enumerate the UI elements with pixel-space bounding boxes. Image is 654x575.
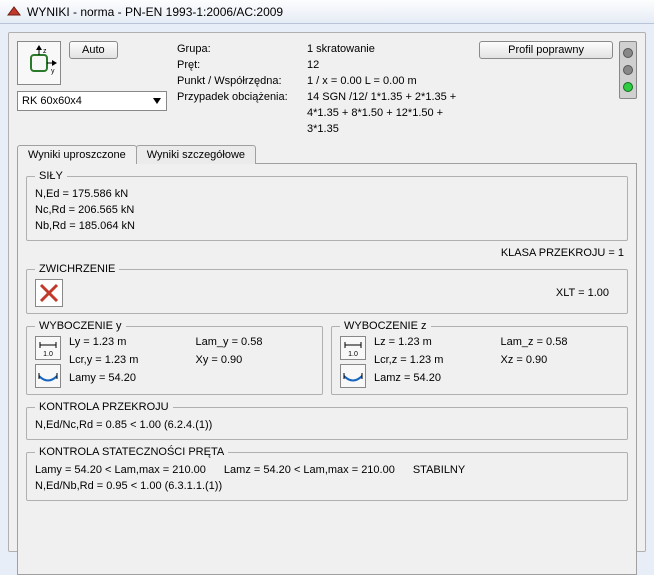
profile-status-button[interactable]: Profil poprawny (479, 41, 613, 59)
traffic-light (619, 41, 637, 99)
kontrola-s-c2: Lamz = 54.20 < Lam,max = 210.00 (224, 462, 395, 478)
klasa-przekroju: KLASA PRZEKROJU = 1 (26, 247, 624, 259)
wyb-y-ly: Ly = 1.23 m (69, 336, 188, 352)
zwich-legend: ZWICHRZENIE (35, 263, 119, 275)
window-title: WYNIKI - norma - PN-EN 1993-1:2006/AC:20… (27, 5, 283, 19)
wyb-z-xz: Xz = 0.90 (501, 354, 620, 370)
info-grid: Grupa: 1 skratowanie Pręt: 12 Punkt / Ws… (177, 41, 471, 137)
przypadek-value: 14 SGN /12/ 1*1.35 + 2*1.35 + 4*1.35 + 8… (307, 89, 471, 137)
sily-ncrd: Nc,Rd = 206.565 kN (35, 202, 619, 218)
wyboczenie-y-fieldset: WYBOCZENIE y 1.0 (26, 320, 323, 395)
top-left: z y Auto RK 60x60x4 (17, 41, 169, 137)
top-row: z y Auto RK 60x60x4 Grupa: 1 skratowanie (17, 41, 637, 137)
kontrola-s-c3: STABILNY (413, 462, 465, 478)
main-panel: z y Auto RK 60x60x4 Grupa: 1 skratowanie (8, 32, 646, 552)
profile-combo[interactable]: RK 60x60x4 (17, 91, 167, 111)
xlt-value: XLT = 1.00 (556, 287, 609, 299)
wyb-y-legend: WYBOCZENIE y (35, 320, 126, 332)
tab-simplified[interactable]: Wyniki uproszczone (17, 145, 137, 164)
kontrola-s-l2: N,Ed/Nb,Rd = 0.95 < 1.00 (6.3.1.1.(1)) (35, 478, 619, 494)
wyb-z-lamz2: Lamz = 54.20 (374, 372, 493, 388)
przypadek-label: Przypadek obciążenia: (177, 89, 307, 137)
kontrola-s-legend: KONTROLA STATECZNOŚCI PRĘTA (35, 446, 228, 458)
buckling-y-icon[interactable] (35, 364, 61, 388)
sily-ned: N,Ed = 175.586 kN (35, 186, 619, 202)
wyb-y-xy: Xy = 0.90 (196, 354, 315, 370)
pret-value: 12 (307, 57, 471, 73)
sily-legend: SIŁY (35, 170, 67, 182)
traffic-red-icon (623, 48, 633, 58)
svg-text:z: z (43, 48, 47, 55)
app-icon (6, 4, 22, 20)
kontrola-przekroju-fieldset: KONTROLA PRZEKROJU N,Ed/Nc,Rd = 0.85 < 1… (26, 401, 628, 440)
sily-fieldset: SIŁY N,Ed = 175.586 kN Nc,Rd = 206.565 k… (26, 170, 628, 241)
grupa-label: Grupa: (177, 41, 307, 57)
traffic-green-icon (623, 82, 633, 92)
wyb-z-lamz: Lam_z = 0.58 (501, 336, 620, 352)
tab-detailed[interactable]: Wyniki szczegółowe (136, 145, 256, 164)
wyb-z-legend: WYBOCZENIE z (340, 320, 431, 332)
sily-nbrd: Nb,Rd = 185.064 kN (35, 218, 619, 234)
wyboczenie-z-fieldset: WYBOCZENIE z 1.0 (331, 320, 628, 395)
kontrola-p-l1: N,Ed/Nc,Rd = 0.85 < 1.00 (6.2.4.(1)) (35, 417, 619, 433)
wyb-y-lcr: Lcr,y = 1.23 m (69, 354, 188, 370)
traffic-yellow-icon (623, 65, 633, 75)
profile-status: Profil poprawny (479, 41, 637, 137)
tabs: Wyniki uproszczone Wyniki szczegółowe (17, 145, 637, 164)
auto-button[interactable]: Auto (69, 41, 118, 59)
wyb-z-lz: Lz = 1.23 m (374, 336, 493, 352)
section-preview-icon[interactable]: z y (17, 41, 61, 85)
kontrola-p-legend: KONTROLA PRZEKROJU (35, 401, 173, 413)
titlebar: WYNIKI - norma - PN-EN 1993-1:2006/AC:20… (0, 0, 654, 24)
length-z-icon[interactable]: 1.0 (340, 336, 366, 360)
wyb-y-lamy: Lam_y = 0.58 (196, 336, 315, 352)
profile-combo-value: RK 60x60x4 (22, 95, 82, 107)
zwichrzenie-fieldset: ZWICHRZENIE XLT = 1.00 (26, 263, 628, 314)
wyb-y-lamy2: Lamy = 54.20 (69, 372, 188, 388)
punkt-label: Punkt / Współrzędna: (177, 73, 307, 89)
pret-label: Pręt: (177, 57, 307, 73)
grupa-value: 1 skratowanie (307, 41, 471, 57)
kontrola-statecznosci-fieldset: KONTROLA STATECZNOŚCI PRĘTA Lamy = 54.20… (26, 446, 628, 501)
kontrola-s-c1: Lamy = 54.20 < Lam,max = 210.00 (35, 462, 206, 478)
svg-text:y: y (51, 68, 55, 75)
wyb-z-lcr: Lcr,z = 1.23 m (374, 354, 493, 370)
chevron-down-icon (150, 94, 164, 108)
length-y-icon[interactable]: 1.0 (35, 336, 61, 360)
tab-content: SIŁY N,Ed = 175.586 kN Nc,Rd = 206.565 k… (17, 163, 637, 575)
cross-icon[interactable] (35, 279, 63, 307)
punkt-value: 1 / x = 0.00 L = 0.00 m (307, 73, 471, 89)
buckling-z-icon[interactable] (340, 364, 366, 388)
